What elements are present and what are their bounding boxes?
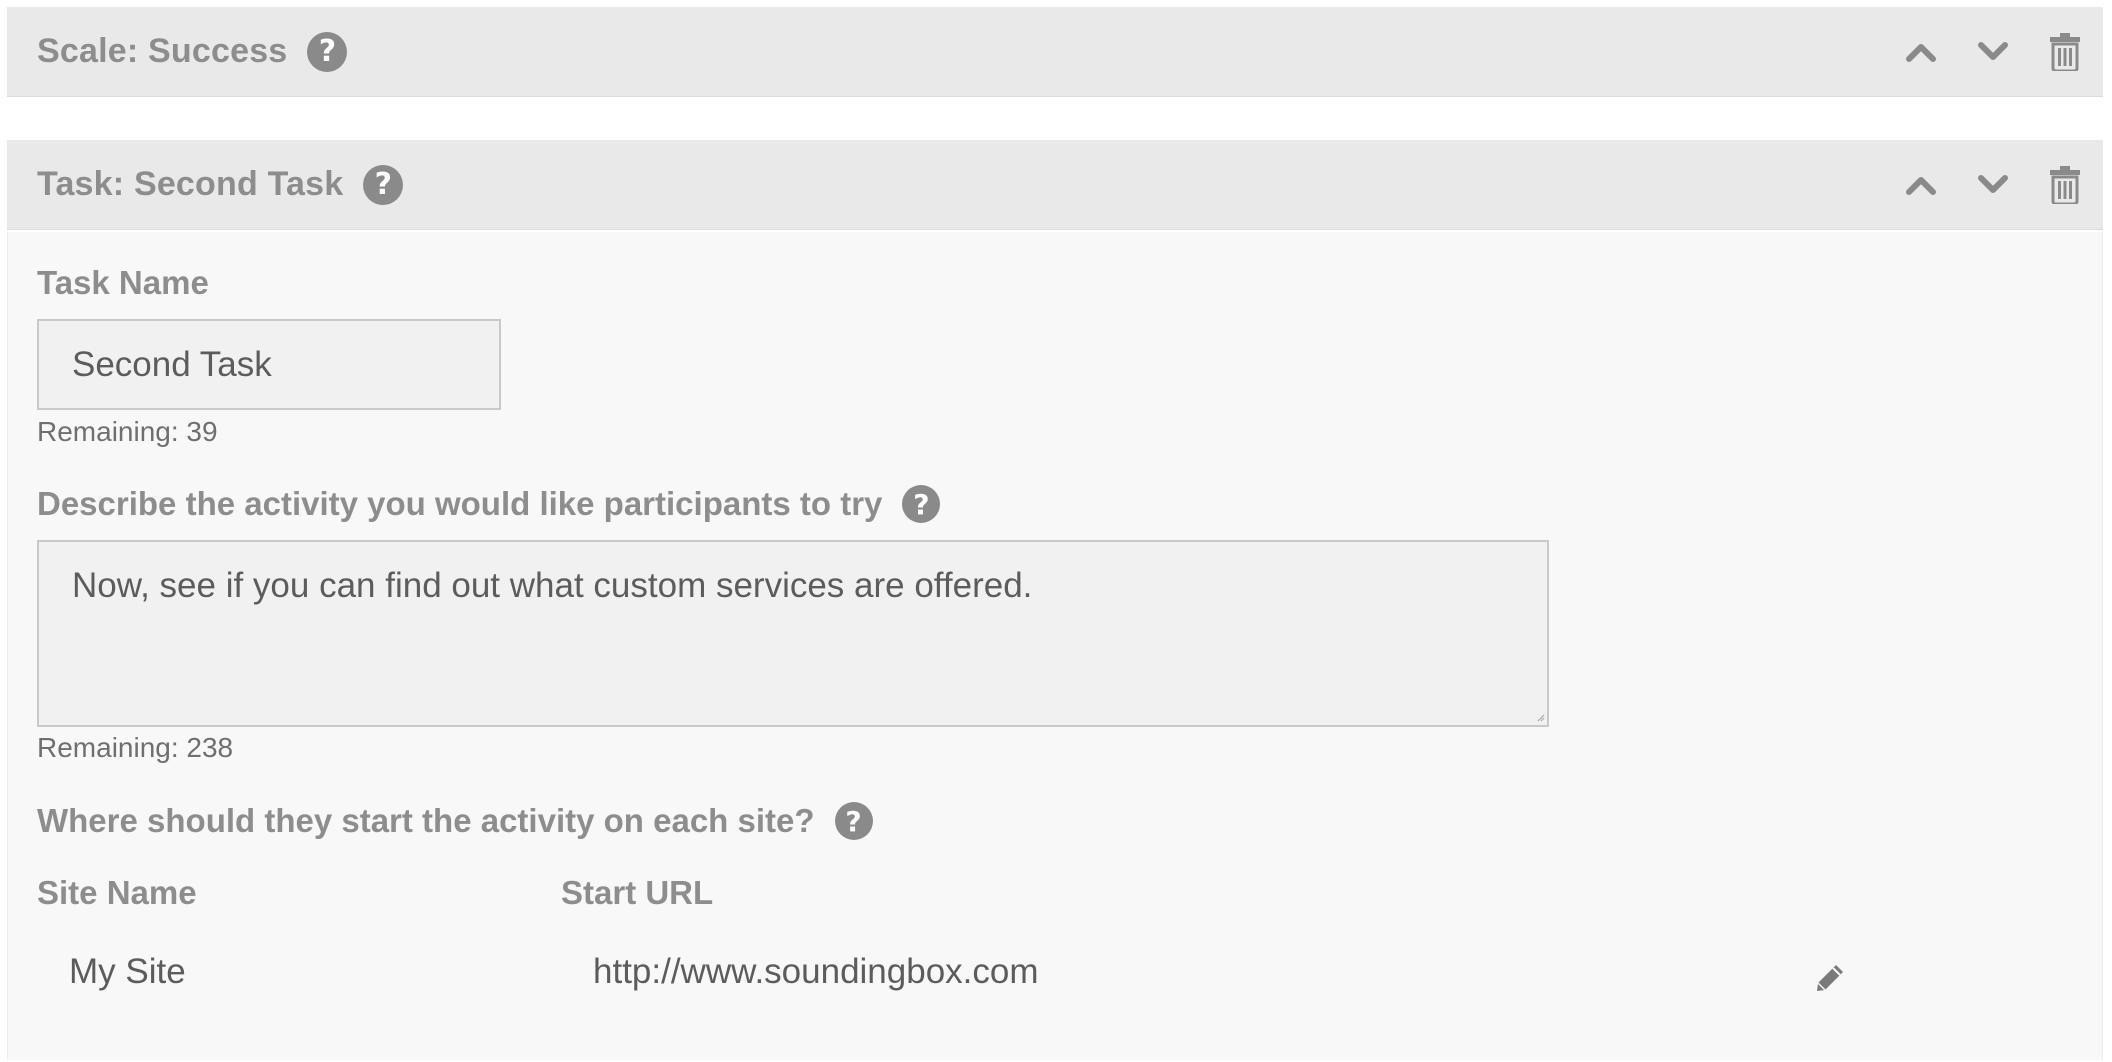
description-textarea[interactable]: Now, see if you can find out what custom… bbox=[37, 540, 1549, 727]
scale-panel-actions bbox=[1903, 7, 2083, 96]
pencil-icon[interactable] bbox=[1810, 958, 1850, 998]
question-circle-icon[interactable]: ? bbox=[834, 802, 873, 840]
start-url-cell: http://www.soundingbox.com bbox=[593, 952, 1039, 991]
task-name-label: Task Name bbox=[37, 264, 209, 301]
chevron-up-icon[interactable] bbox=[1903, 32, 1939, 72]
task-name-remaining: Remaining: 39 bbox=[37, 416, 218, 447]
site-name-cell: My Site bbox=[69, 952, 186, 991]
scale-panel-title: Scale: Success bbox=[37, 32, 288, 70]
question-circle-icon[interactable]: ? bbox=[902, 485, 941, 523]
chevron-down-icon[interactable] bbox=[1975, 32, 2011, 72]
trash-icon[interactable] bbox=[2047, 32, 2083, 72]
description-label: Describe the activity you would like par… bbox=[37, 485, 941, 523]
task-name-input[interactable] bbox=[37, 319, 501, 410]
question-circle-icon[interactable]: ? bbox=[363, 164, 404, 205]
start-url-column-header: Start URL bbox=[561, 874, 714, 911]
start-location-label: Where should they start the activity on … bbox=[37, 802, 873, 840]
description-label-text: Describe the activity you would like par… bbox=[37, 485, 883, 522]
resize-grip-icon[interactable] bbox=[1535, 712, 1545, 722]
task-panel-title: Task: Second Task bbox=[37, 165, 344, 203]
start-location-label-text: Where should they start the activity on … bbox=[37, 802, 815, 839]
chevron-down-icon[interactable] bbox=[1975, 165, 2011, 205]
site-name-column-header: Site Name bbox=[37, 874, 197, 911]
scale-panel-header: Scale: Success ? bbox=[7, 7, 2103, 97]
task-panel-header: Task: Second Task ? bbox=[7, 140, 2103, 230]
task-panel-actions bbox=[1903, 140, 2083, 229]
question-circle-icon[interactable]: ? bbox=[307, 31, 348, 72]
chevron-up-icon[interactable] bbox=[1903, 165, 1939, 205]
trash-icon[interactable] bbox=[2047, 165, 2083, 205]
description-remaining: Remaining: 238 bbox=[37, 732, 234, 763]
